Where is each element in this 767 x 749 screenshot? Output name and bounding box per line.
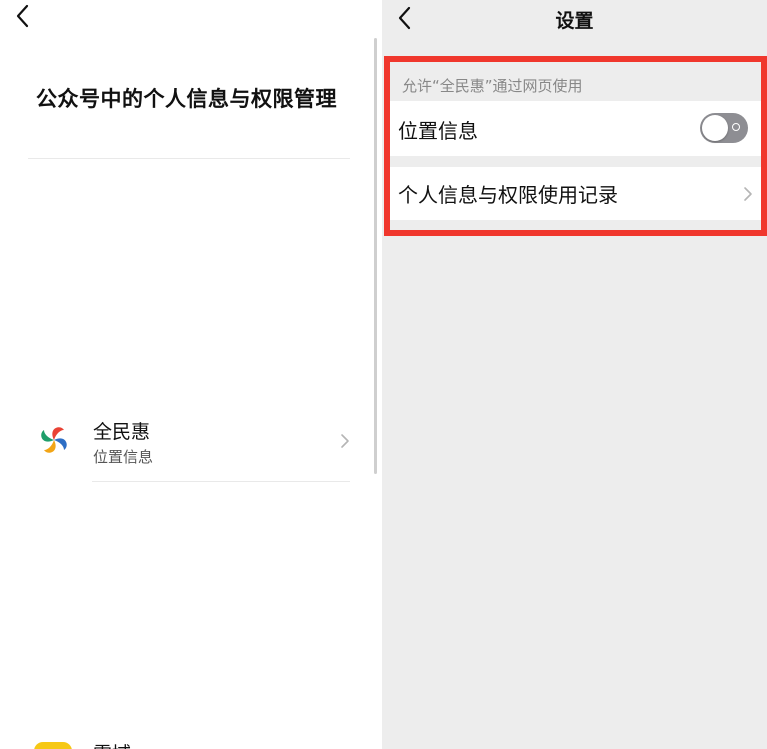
quanminhui-logo-icon	[41, 427, 67, 453]
app-name: 雷域	[93, 739, 131, 749]
location-permission-row: 位置信息	[388, 101, 767, 156]
settings-title: 设置	[555, 10, 594, 32]
chevron-right-icon	[744, 187, 752, 201]
toggle-off-indicator	[732, 123, 740, 131]
app-permission-label: 位置信息	[93, 448, 154, 466]
toggle-knob	[702, 115, 728, 141]
location-label: 位置信息	[398, 119, 478, 143]
app-list-item-quanminhui[interactable]: 全民惠 位置信息	[30, 412, 360, 482]
back-button-left[interactable]	[10, 2, 36, 34]
page-title: 公众号中的个人信息与权限管理	[36, 87, 337, 111]
back-chevron-icon	[16, 4, 29, 28]
app-list-item-2[interactable]: 雷域	[30, 730, 360, 749]
permission-records-row[interactable]: 个人信息与权限使用记录	[388, 167, 767, 220]
yellow-app-logo-icon	[34, 742, 72, 749]
scrollbar[interactable]	[374, 38, 377, 474]
item-divider	[92, 481, 350, 482]
records-label: 个人信息与权限使用记录	[398, 183, 618, 207]
right-pane: 设置 允许“全民惠”通过网页使用 位置信息 个人信息与权限使用记录	[382, 0, 767, 749]
section-caption: 允许“全民惠”通过网页使用	[402, 77, 583, 95]
location-toggle[interactable]	[700, 113, 748, 143]
title-divider	[28, 158, 350, 159]
left-pane: 公众号中的个人信息与权限管理 全民惠 位置信息 雷域	[0, 0, 382, 749]
chevron-right-icon	[341, 434, 349, 448]
app-name: 全民惠	[93, 421, 151, 443]
